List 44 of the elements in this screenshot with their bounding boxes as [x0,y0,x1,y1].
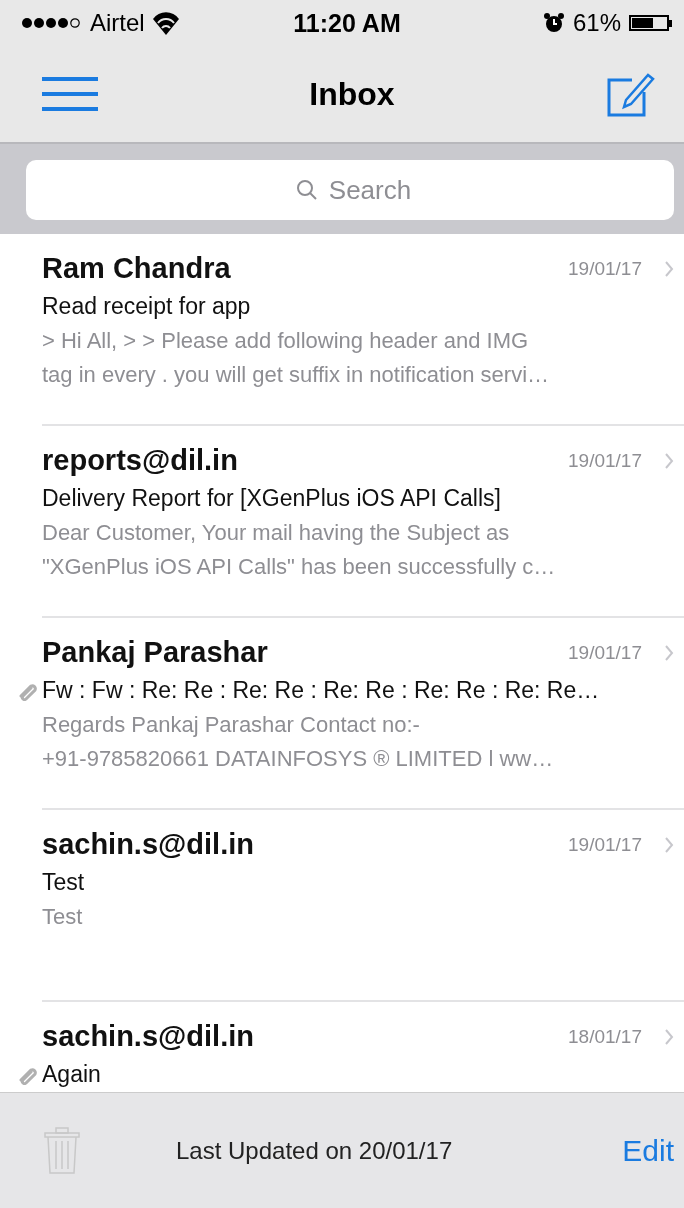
wifi-icon [150,11,181,35]
message-preview: +91-9785820661 DATAINFOSYS ® LIMITED l ww… [42,746,555,772]
message-date: 19/01/17 [568,641,642,664]
message-subject: Again [42,1061,102,1088]
message-preview: Dear Customer, Your mail having the Subject as [42,520,511,546]
menu-icon [42,77,98,111]
trash-icon [44,1126,80,1175]
sender-name: Pankaj Parashar [42,636,268,669]
status-time: 11:20 AM [293,8,401,38]
message-subject: Delivery Report for [XGenPlus iOS API Calls] [42,485,502,512]
carrier-name: Airtel [90,9,145,37]
message-subject: Fw : Fw : Re: Re : Re: Re : Re: Re : Re: Re : Re: Re… [42,677,601,704]
battery-percent: 61% [572,9,621,37]
message-date: 19/01/17 [568,833,642,856]
chevron-icon [664,835,674,854]
sender-name: reports@dil.in [42,444,238,477]
search-field[interactable]: Search [26,160,674,220]
chevron-icon [664,451,674,470]
sender-name: sachin.s@dil.in [42,828,254,861]
sender-name: sachin.s@dil.in [42,1020,254,1053]
message-subject: Read receipt for app [42,293,252,320]
message-preview: Test [42,904,84,930]
message-row[interactable]: sachin.s@dil.in 18/01/17 Again [42,1002,684,1088]
message-date: 19/01/17 [568,449,642,472]
nav-title: Inbox [309,75,395,113]
message-row[interactable]: Pankaj Parashar 19/01/17 Fw : Fw : Re: Re : Re: Re : Re: Re : Re: Re : Re: Re… Regards Pankaj Parashar Contact no:- +91-9785820661 DATAINFOSYS ® LIMITED l ww… [42,618,684,810]
message-row[interactable]: Ram Chandra 19/01/17 Read receipt for app > Hi All, > > Please add following header and IMG tag in every . you will get suffix in notification servi… [42,234,684,426]
message-preview: Regards Pankaj Parashar Contact no:- [42,712,421,738]
message-date: 18/01/17 [568,1025,642,1048]
message-row[interactable]: reports@dil.in 19/01/17 Delivery Report for [XGenPlus iOS API Calls] Dear Customer, Your mail having the Subject as "XGenPlus iOS API Calls" has been successfully c… [42,426,684,618]
chevron-icon [664,259,674,278]
battery-icon [629,15,669,31]
message-preview: "XGenPlus iOS API Calls" has been successfully c… [42,554,557,580]
message-date: 19/01/17 [568,257,642,280]
sender-name: Ram Chandra [42,252,231,285]
message-preview: > Hi All, > > Please add following header and IMG [42,328,530,354]
message-preview: tag in every . you will get suffix in notification servi… [42,362,551,388]
alarm-clock-icon [542,12,565,34]
last-updated-text: Last Updated on 20/01/17 [176,1136,454,1165]
chevron-icon [664,1027,674,1046]
message-row[interactable]: sachin.s@dil.in 19/01/17 Test Test [42,810,684,1002]
chevron-icon [664,643,674,662]
message-subject: Test [42,869,86,896]
menu-button[interactable] [42,77,98,111]
